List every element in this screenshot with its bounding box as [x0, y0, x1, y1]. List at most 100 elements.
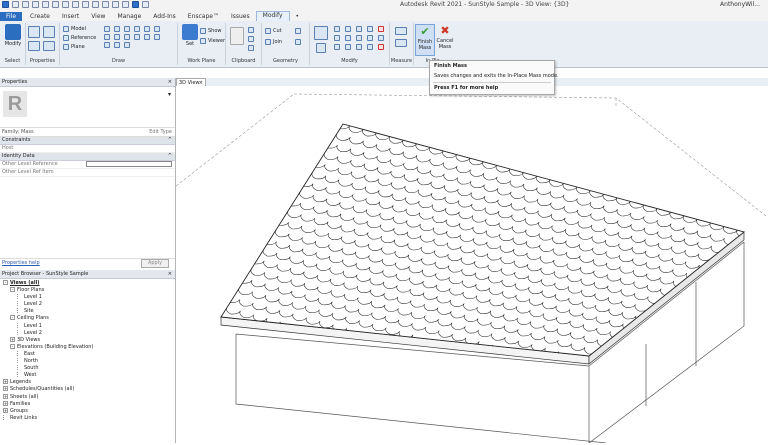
point-icon[interactable]	[154, 34, 160, 40]
split-face-icon[interactable]	[295, 39, 301, 45]
pick-faces-icon[interactable]	[104, 42, 110, 48]
tree-toggle-icon[interactable]: +	[3, 400, 8, 406]
project-browser-item[interactable]: - Floor Plans	[0, 287, 175, 294]
paste-icon[interactable]	[230, 27, 244, 45]
family-category-icon[interactable]	[43, 41, 55, 51]
3d-roof-model[interactable]	[175, 86, 768, 444]
tab-view[interactable]: View	[85, 12, 111, 21]
reference-tool[interactable]: Reference	[63, 35, 96, 41]
project-browser-item[interactable]: + Legends	[0, 379, 175, 386]
trim-icon[interactable]	[356, 35, 362, 41]
user-name[interactable]: AnthonyWil...	[720, 1, 760, 8]
apply-button[interactable]: Apply	[141, 259, 169, 268]
collapse-icon[interactable]: ^	[168, 153, 172, 160]
tab-create[interactable]: Create	[24, 12, 56, 21]
dimension-icon[interactable]	[395, 39, 407, 47]
collapse-icon[interactable]: ^	[168, 137, 172, 144]
paint-icon[interactable]	[295, 28, 301, 34]
category-constraints[interactable]: Constraints ^	[0, 137, 175, 145]
tree-toggle-icon[interactable]: -	[10, 287, 15, 293]
cut-button[interactable]: Cut	[265, 28, 282, 34]
measure-between-icon[interactable]	[395, 27, 407, 35]
project-browser-item[interactable]: North	[0, 358, 175, 365]
custom-icon[interactable]	[132, 1, 139, 8]
properties-filter[interactable]: Family: Mass Edit Type	[0, 128, 175, 137]
project-browser-item[interactable]: East	[0, 350, 175, 358]
project-browser-item[interactable]: + Groups	[0, 407, 175, 415]
tree-toggle-icon[interactable]: -	[3, 280, 8, 285]
revit-logo-icon[interactable]	[2, 1, 9, 8]
modify-button[interactable]: Modify	[1, 24, 25, 56]
array-icon[interactable]	[367, 35, 373, 41]
measure-icon[interactable]	[62, 1, 69, 8]
project-browser-item[interactable]: Level 1	[0, 322, 175, 330]
project-browser-item[interactable]: - Views (all)	[0, 280, 175, 287]
cancel-mass-button[interactable]: ✖ Cancel Mass	[435, 24, 455, 56]
property-row[interactable]: Other Level Ref Item	[0, 169, 175, 177]
finish-mass-button[interactable]: ✔ Finish Mass	[415, 24, 435, 56]
tree-toggle-icon[interactable]: -	[10, 315, 15, 321]
split-icon[interactable]	[367, 26, 373, 32]
tree-toggle-icon[interactable]: +	[3, 386, 8, 392]
undo-icon[interactable]	[32, 1, 39, 8]
tree-toggle-icon[interactable]: -	[10, 343, 15, 349]
model-tool[interactable]: Model	[63, 26, 86, 32]
project-browser-item[interactable]: - Elevations (Building Elevation)	[0, 343, 175, 351]
qat-dropdown-icon[interactable]	[142, 1, 149, 8]
tab-insert[interactable]: Insert	[56, 12, 85, 21]
pick-lines-icon[interactable]	[144, 34, 150, 40]
scale-icon[interactable]	[378, 35, 384, 41]
family-types-icon[interactable]	[43, 26, 55, 38]
tab-manage[interactable]: Manage	[111, 12, 147, 21]
section-icon[interactable]	[92, 1, 99, 8]
join-button[interactable]: Join	[265, 39, 282, 45]
copy-icon[interactable]	[248, 36, 254, 42]
polygon-icon[interactable]	[124, 26, 130, 32]
arc-icon[interactable]	[144, 26, 150, 32]
project-browser-item[interactable]: + Families	[0, 400, 175, 408]
mirror-axis-icon[interactable]	[345, 26, 351, 32]
show-button[interactable]: Show	[200, 28, 222, 34]
category-identity-data[interactable]: Identity Data ^	[0, 153, 175, 161]
edit-type-button[interactable]: Edit Type	[149, 128, 172, 136]
project-browser-item[interactable]: +3D Views	[0, 336, 175, 344]
ellipse-icon[interactable]	[124, 34, 130, 40]
move-icon[interactable]	[316, 43, 326, 53]
type-properties-icon[interactable]	[28, 26, 40, 38]
properties-help-link[interactable]: Properties help	[2, 260, 40, 266]
open-icon[interactable]	[12, 1, 19, 8]
pick-edges-icon[interactable]	[114, 42, 120, 48]
type-selector[interactable]: R ▾	[0, 87, 175, 128]
project-browser-item[interactable]: Revit Links	[0, 414, 175, 422]
thin-lines-icon[interactable]	[102, 1, 109, 8]
tab-enscape[interactable]: Enscape™	[182, 12, 225, 21]
tab-file[interactable]: File	[0, 12, 23, 21]
properties-close-icon[interactable]: ×	[168, 78, 172, 86]
spline-icon[interactable]	[114, 34, 120, 40]
project-browser-item[interactable]: - Ceiling Plans	[0, 315, 175, 322]
view-tab-3d[interactable]: 3D View ×	[176, 78, 206, 86]
project-browser-item[interactable]: Site	[0, 308, 175, 315]
pin-icon[interactable]	[334, 44, 340, 50]
close-hidden-icon[interactable]	[112, 1, 119, 8]
tree-toggle-icon[interactable]: +	[3, 407, 8, 413]
redo-icon[interactable]	[42, 1, 49, 8]
project-browser-close-icon[interactable]: ×	[168, 270, 172, 278]
circle-icon[interactable]	[134, 26, 140, 32]
tab-issues[interactable]: Issues	[225, 12, 256, 21]
trim-single-icon[interactable]	[356, 44, 362, 50]
property-row[interactable]: Other Level Reference	[0, 161, 175, 169]
set-work-plane-button[interactable]: Set	[178, 24, 202, 56]
tree-toggle-icon[interactable]: +	[3, 379, 8, 385]
unpin-icon[interactable]	[345, 44, 351, 50]
align-icon[interactable]	[314, 26, 328, 40]
arc-tangent-icon[interactable]	[154, 26, 160, 32]
viewer-button[interactable]: Viewer	[200, 38, 225, 44]
switch-windows-icon[interactable]	[122, 1, 129, 8]
properties-icon[interactable]	[28, 41, 40, 51]
text-icon[interactable]	[72, 1, 79, 8]
project-browser-item[interactable]: + Schedules/Quantities (all)	[0, 386, 175, 393]
tree-toggle-icon[interactable]: +	[3, 393, 8, 399]
copy-tool-icon[interactable]	[334, 35, 340, 41]
rectangle-icon[interactable]	[114, 26, 120, 32]
